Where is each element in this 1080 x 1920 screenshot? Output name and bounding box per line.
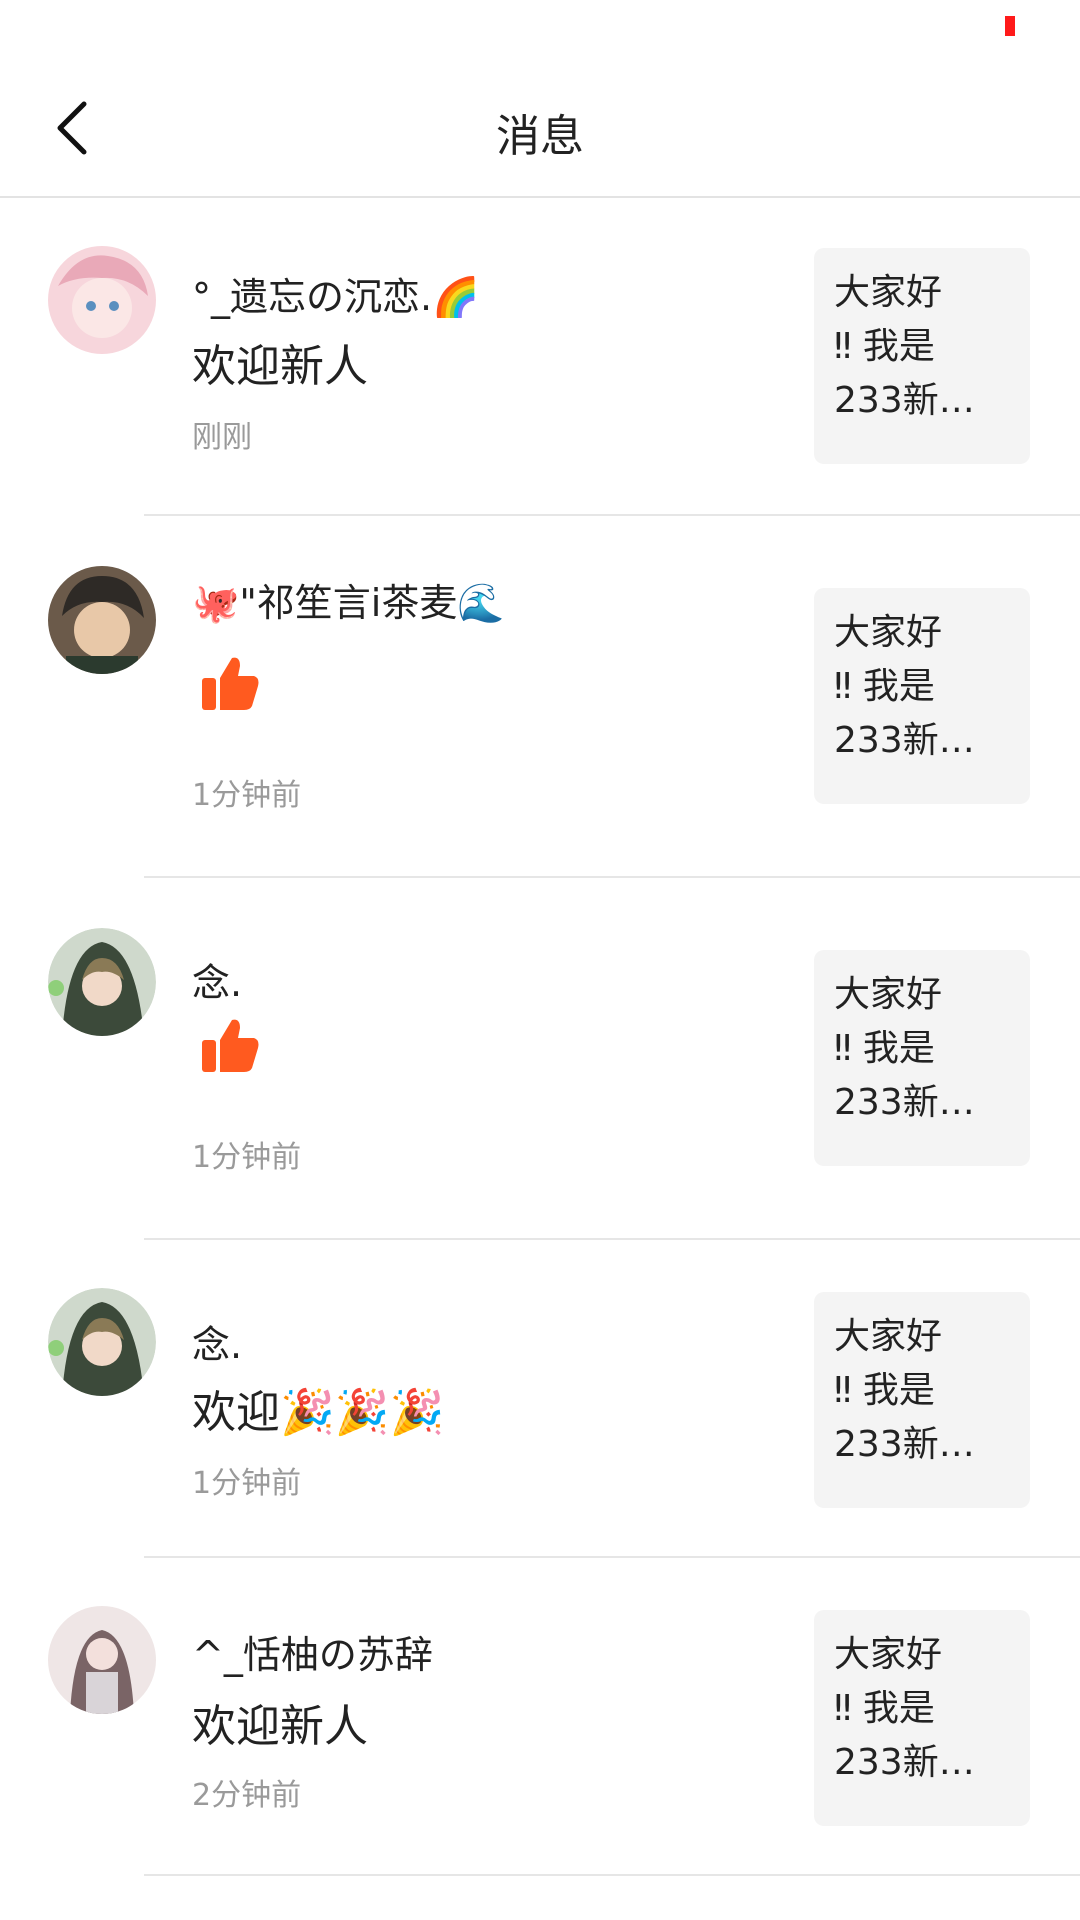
timestamp: 1分钟前 <box>192 1466 302 1501</box>
username[interactable]: 🐙"祁笙言i茶麦🌊 <box>192 572 505 627</box>
status-bar <box>0 0 1080 60</box>
timestamp: 2分钟前 <box>192 1778 302 1813</box>
list-item[interactable]: 念. 欢迎🎉🎉🎉 1分钟前 大家好 ‼ 我是 233新… <box>0 1240 1080 1558</box>
message-list: °_遗忘の沉恋.🌈 欢迎新人 刚刚 大家好 ‼ 我是 233新… 🐙"祁笙言i茶… <box>0 198 1080 1876</box>
avatar[interactable] <box>48 1606 156 1714</box>
recording-indicator-icon <box>1005 16 1015 36</box>
message-text: 欢迎新人 <box>192 341 368 392</box>
message-text: 欢迎🎉🎉🎉 <box>192 1387 445 1438</box>
page-title: 消息 <box>496 111 584 162</box>
divider <box>144 1874 1080 1876</box>
post-preview[interactable]: 大家好 ‼ 我是 233新… <box>814 950 1030 1166</box>
avatar[interactable] <box>48 928 156 1036</box>
thumbs-up-icon <box>202 1019 259 1072</box>
list-item[interactable]: °_遗忘の沉恋.🌈 欢迎新人 刚刚 大家好 ‼ 我是 233新… <box>0 198 1080 516</box>
timestamp: 1分钟前 <box>192 1140 302 1175</box>
avatar[interactable] <box>48 1288 156 1396</box>
list-item[interactable]: ^_恬柚の苏辞 欢迎新人 2分钟前 大家好 ‼ 我是 233新… <box>0 1558 1080 1876</box>
timestamp: 刚刚 <box>192 420 252 455</box>
post-preview[interactable]: 大家好 ‼ 我是 233新… <box>814 588 1030 804</box>
avatar[interactable] <box>48 566 156 674</box>
post-preview[interactable]: 大家好 ‼ 我是 233新… <box>814 248 1030 464</box>
octopus-icon: 🐙 <box>192 581 240 625</box>
message-text: 欢迎新人 <box>192 1701 368 1752</box>
top-bar: 消息 <box>0 60 1080 196</box>
post-preview[interactable]: 大家好 ‼ 我是 233新… <box>814 1610 1030 1826</box>
timestamp: 1分钟前 <box>192 778 302 813</box>
username[interactable]: ^_恬柚の苏辞 <box>192 1624 433 1679</box>
wave-icon: 🌊 <box>457 581 505 625</box>
list-item[interactable]: 🐙"祁笙言i茶麦🌊 1分钟前 大家好 ‼ 我是 233新… <box>0 516 1080 878</box>
rainbow-icon: 🌈 <box>432 275 480 319</box>
post-preview[interactable]: 大家好 ‼ 我是 233新… <box>814 1292 1030 1508</box>
list-item[interactable]: 念. 1分钟前 大家好 ‼ 我是 233新… <box>0 878 1080 1240</box>
username[interactable]: 念. <box>192 1314 242 1369</box>
avatar[interactable] <box>48 246 156 354</box>
username[interactable]: °_遗忘の沉恋.🌈 <box>192 266 479 321</box>
username[interactable]: 念. <box>192 952 242 1007</box>
thumbs-up-icon <box>202 657 259 710</box>
